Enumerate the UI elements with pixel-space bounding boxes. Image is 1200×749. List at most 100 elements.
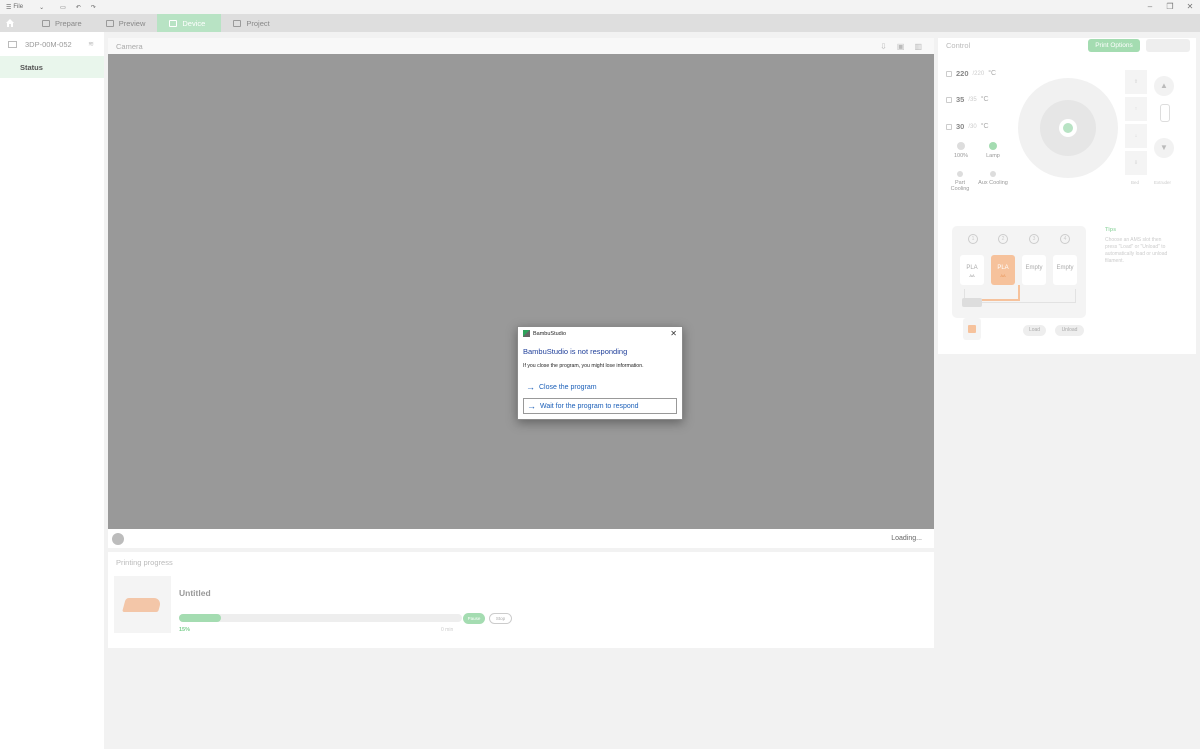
chamber-temp-row[interactable]: 30 /30 °C (946, 122, 989, 131)
home-axis-icon[interactable] (1063, 123, 1073, 133)
tips-box: Tips Choose an AMS slot then press "Load… (1105, 227, 1175, 265)
aux-cooling-icon (990, 171, 996, 177)
trash-icon[interactable]: ▥ (914, 42, 922, 51)
file-menu[interactable]: ☰ File (6, 4, 23, 11)
bed-down-1-button[interactable]: ↓ (1125, 124, 1147, 148)
nozzle-target: /220 (972, 70, 985, 77)
bed-up-10-button[interactable]: ⇧ (1125, 70, 1147, 94)
tab-preview-label: Preview (118, 18, 146, 28)
close-window-button[interactable]: ✕ (1180, 0, 1200, 14)
nozzle-temp-row[interactable]: 220 /220 °C (946, 69, 996, 78)
undo-icon[interactable]: ↶ (76, 4, 81, 11)
tab-bar: Prepare Preview Device Project (0, 14, 1200, 32)
bed-label: Bed (1131, 180, 1140, 185)
printing-progress-panel: Printing progress Untitled 15% 0 min Pau… (108, 552, 934, 648)
printer-selector[interactable]: 3DP-00M-052 ≋ (0, 32, 104, 56)
fan-value: 100% (953, 153, 969, 159)
extrude-down-button[interactable]: ▼ (1154, 138, 1174, 158)
camera-header: Camera ⇩ ▣ ▥ (108, 38, 934, 54)
ams-slot-4[interactable]: Empty (1053, 255, 1077, 285)
slot-4-material: Empty (1056, 265, 1074, 271)
tab-preview[interactable]: Preview (94, 14, 158, 32)
slot-1-sub: AA (969, 273, 975, 278)
extruder-label: Extruder (1154, 180, 1172, 185)
dialog-close-icon[interactable]: ✕ (670, 329, 677, 338)
control-title: Control (946, 41, 971, 50)
tips-title: Tips (1105, 227, 1117, 233)
fan-speed-stat[interactable]: 100% (946, 142, 976, 159)
tab-device-label: Device (182, 18, 206, 28)
unload-button[interactable]: Unload (1055, 325, 1084, 336)
preview-icon (105, 19, 114, 27)
part-cooling-stat[interactable]: Part Cooling (945, 171, 975, 192)
bed-temp-row[interactable]: 35 /35 °C (946, 95, 989, 104)
slot-2-sub: AA (1000, 273, 1006, 278)
progress-title: Printing progress (116, 558, 173, 567)
record-icon[interactable]: ▣ (897, 42, 905, 51)
load-button[interactable]: Load (1023, 325, 1046, 336)
xy-jog-pad[interactable] (1018, 78, 1118, 178)
printer-name: 3DP-00M-052 (25, 39, 72, 49)
device-icon (169, 19, 178, 27)
pause-button[interactable]: Pause (463, 613, 485, 624)
not-responding-dialog: BambuStudio ✕ BambuStudio is not respond… (517, 326, 683, 420)
home-icon (6, 19, 14, 27)
dialog-app-name: BambuStudio (533, 330, 567, 337)
bed-unit: °C (980, 96, 989, 103)
wait-program-option[interactable]: → Wait for the program to respond (523, 398, 677, 414)
close-program-option[interactable]: → Close the program (523, 379, 677, 395)
lamp-icon (989, 142, 997, 150)
bed-up-1-button[interactable]: ↑ (1125, 97, 1147, 121)
control-panel: Control Print Options 220 /220 °C 35 /35… (938, 38, 1196, 354)
ams-slot-1[interactable]: PLA AA (960, 255, 984, 285)
title-bar: ☰ File ⌄ ▭ ↶ ↷ – ❐ ✕ (0, 0, 1200, 14)
sidebar-item-label: Status (20, 62, 43, 72)
tab-prepare[interactable]: Prepare (30, 14, 94, 32)
menu-icon: ☰ (6, 4, 12, 11)
tips-text: Choose an AMS slot then press "Load" or … (1105, 237, 1168, 264)
sidebar-item-status[interactable]: Status (0, 56, 104, 78)
fan-icon (957, 142, 965, 150)
part-cooling-label: Part Cooling (950, 180, 970, 192)
play-camera-button[interactable] (112, 532, 124, 545)
remaining-time: 0 min (441, 627, 454, 633)
progress-percent: 15% (179, 627, 191, 633)
lamp-toggle[interactable]: Lamp (978, 142, 1008, 159)
dialog-titlebar: BambuStudio (518, 327, 682, 340)
slot-4-number: 4 (1060, 234, 1070, 244)
progress-bar (179, 614, 462, 622)
ams-slot-2[interactable]: PLA AA (991, 255, 1015, 285)
extrude-up-button[interactable]: ▲ (1154, 76, 1174, 96)
redo-icon[interactable]: ↷ (91, 4, 96, 11)
dialog-message: If you close the program, you might lose… (523, 363, 644, 369)
aux-cooling-stat[interactable]: Aux Cooling (978, 171, 1008, 186)
aux-cooling-label: Aux Cooling (978, 180, 1008, 186)
download-icon[interactable]: ⇩ (880, 42, 887, 51)
tab-project-label: Project (246, 18, 270, 28)
tab-project[interactable]: Project (221, 14, 281, 32)
camera-title: Camera (116, 41, 143, 51)
ams-slot-3[interactable]: Empty (1022, 255, 1046, 285)
save-icon[interactable]: ▭ (60, 4, 66, 11)
chevron-down-icon[interactable]: ⌄ (39, 4, 44, 11)
slot-3-material: Empty (1025, 265, 1043, 271)
part-cooling-icon (957, 171, 963, 177)
bed-target: /35 (968, 96, 977, 103)
printer-icon (8, 40, 17, 48)
maximize-button[interactable]: ❐ (1160, 0, 1180, 14)
home-button[interactable] (0, 14, 20, 32)
file-menu-label: File (13, 4, 24, 10)
chamber-icon (946, 123, 952, 130)
tab-device[interactable]: Device (157, 14, 222, 32)
print-options-button[interactable]: Print Options (1088, 39, 1140, 52)
tab-prepare-label: Prepare (55, 18, 82, 28)
bed-z-controls: ⇧ ↑ ↓ ⇩ (1125, 70, 1149, 178)
slot-3-number: 3 (1029, 234, 1039, 244)
minimize-button[interactable]: – (1140, 0, 1160, 14)
stop-button[interactable]: Stop (489, 613, 512, 624)
nozzle-unit: °C (988, 70, 997, 77)
bed-down-10-button[interactable]: ⇩ (1125, 151, 1147, 175)
calibration-button[interactable] (1146, 39, 1190, 52)
ams-hub (962, 298, 982, 307)
slot-2-number: 2 (998, 234, 1008, 244)
